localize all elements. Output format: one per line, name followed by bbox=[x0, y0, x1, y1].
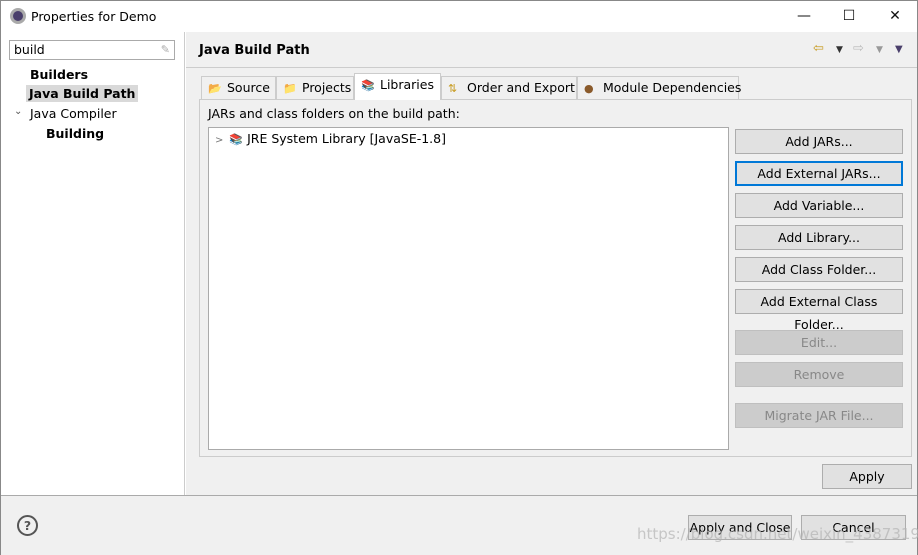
folder-icon: 📁 bbox=[283, 82, 297, 95]
tab-label: Order and Export bbox=[467, 80, 575, 95]
tab-module-dependencies[interactable]: ● Module Dependencies bbox=[577, 76, 742, 99]
list-item-label: JRE System Library [JavaSE-1.8] bbox=[247, 131, 446, 146]
tree-item-builders[interactable]: Builders bbox=[27, 66, 91, 83]
tab-libraries[interactable]: 📚 Libraries bbox=[354, 73, 441, 100]
order-icon: ⇅ bbox=[448, 82, 458, 95]
view-menu-icon[interactable]: ▼ bbox=[895, 44, 903, 55]
tab-label: Module Dependencies bbox=[603, 80, 742, 95]
page-header: Java Build Path ⇦ ▼ ⇨ ▼ ▼ bbox=[186, 32, 917, 68]
module-icon: ● bbox=[584, 82, 594, 95]
tab-label: Source bbox=[227, 80, 270, 95]
sidebar: build ✎ Builders Java Build Path ⌄ Java C… bbox=[1, 32, 185, 495]
tab-label: Projects bbox=[302, 80, 352, 95]
minimize-button[interactable]: — bbox=[789, 5, 819, 27]
chevron-down-icon[interactable]: ⌄ bbox=[11, 105, 25, 118]
tab-source[interactable]: 📂 Source bbox=[201, 76, 276, 99]
main-panel: Java Build Path ⇦ ▼ ⇨ ▼ ▼ 📂 Source 📁 Proje… bbox=[186, 32, 917, 495]
tree-item-building[interactable]: Building bbox=[43, 125, 107, 142]
build-path-list[interactable]: > 📚 JRE System Library [JavaSE-1.8] bbox=[208, 127, 729, 450]
add-variable-button[interactable]: Add Variable... bbox=[735, 193, 903, 218]
filter-input[interactable]: build ✎ bbox=[9, 40, 175, 60]
watermark: https://blog.csdn.net/weixin_43873198 bbox=[637, 525, 918, 543]
add-external-jars-button[interactable]: Add External JARs... bbox=[735, 161, 903, 186]
migrate-jar-button[interactable]: Migrate JAR File... bbox=[735, 403, 903, 428]
apply-button[interactable]: Apply bbox=[822, 464, 912, 489]
clear-filter-icon[interactable]: ✎ bbox=[161, 43, 170, 56]
close-button[interactable]: ✕ bbox=[880, 5, 910, 27]
back-dropdown-icon[interactable]: ▼ bbox=[836, 45, 843, 55]
edit-button[interactable]: Edit... bbox=[735, 330, 903, 355]
back-arrow-icon[interactable]: ⇦ bbox=[813, 41, 824, 56]
source-folder-icon: 📂 bbox=[208, 82, 222, 95]
tree-item-java-compiler[interactable]: Java Compiler bbox=[27, 105, 120, 122]
chevron-right-icon[interactable]: > bbox=[215, 135, 223, 146]
remove-button[interactable]: Remove bbox=[735, 362, 903, 387]
library-icon: 📚 bbox=[229, 133, 244, 146]
eclipse-icon bbox=[10, 8, 26, 24]
add-library-button[interactable]: Add Library... bbox=[735, 225, 903, 250]
list-item[interactable]: > 📚 JRE System Library [JavaSE-1.8] bbox=[215, 131, 446, 146]
libraries-panel: JARs and class folders on the build path… bbox=[199, 99, 912, 457]
tab-order-and-export[interactable]: ⇅ Order and Export bbox=[441, 76, 577, 99]
add-class-folder-button[interactable]: Add Class Folder... bbox=[735, 257, 903, 282]
forward-dropdown-icon[interactable]: ▼ bbox=[876, 45, 883, 55]
tree-item-java-build-path[interactable]: Java Build Path bbox=[26, 85, 139, 102]
title-bar: Properties for Demo — ☐ ✕ bbox=[1, 1, 917, 32]
add-external-class-folder-button[interactable]: Add External Class Folder... bbox=[735, 289, 903, 332]
help-icon[interactable]: ? bbox=[17, 515, 38, 536]
forward-arrow-icon[interactable]: ⇨ bbox=[853, 41, 864, 56]
maximize-button[interactable]: ☐ bbox=[834, 5, 864, 27]
window-title: Properties for Demo bbox=[31, 9, 157, 24]
list-label: JARs and class folders on the build path… bbox=[208, 106, 460, 121]
add-jars-button[interactable]: Add JARs... bbox=[735, 129, 903, 154]
tab-projects[interactable]: 📁 Projects bbox=[276, 76, 354, 99]
filter-value: build bbox=[14, 42, 45, 57]
page-title: Java Build Path bbox=[199, 43, 310, 58]
properties-dialog: Properties for Demo — ☐ ✕ build ✎ Builder… bbox=[0, 0, 918, 555]
tab-label: Libraries bbox=[380, 77, 434, 92]
library-icon: 📚 bbox=[361, 79, 375, 92]
